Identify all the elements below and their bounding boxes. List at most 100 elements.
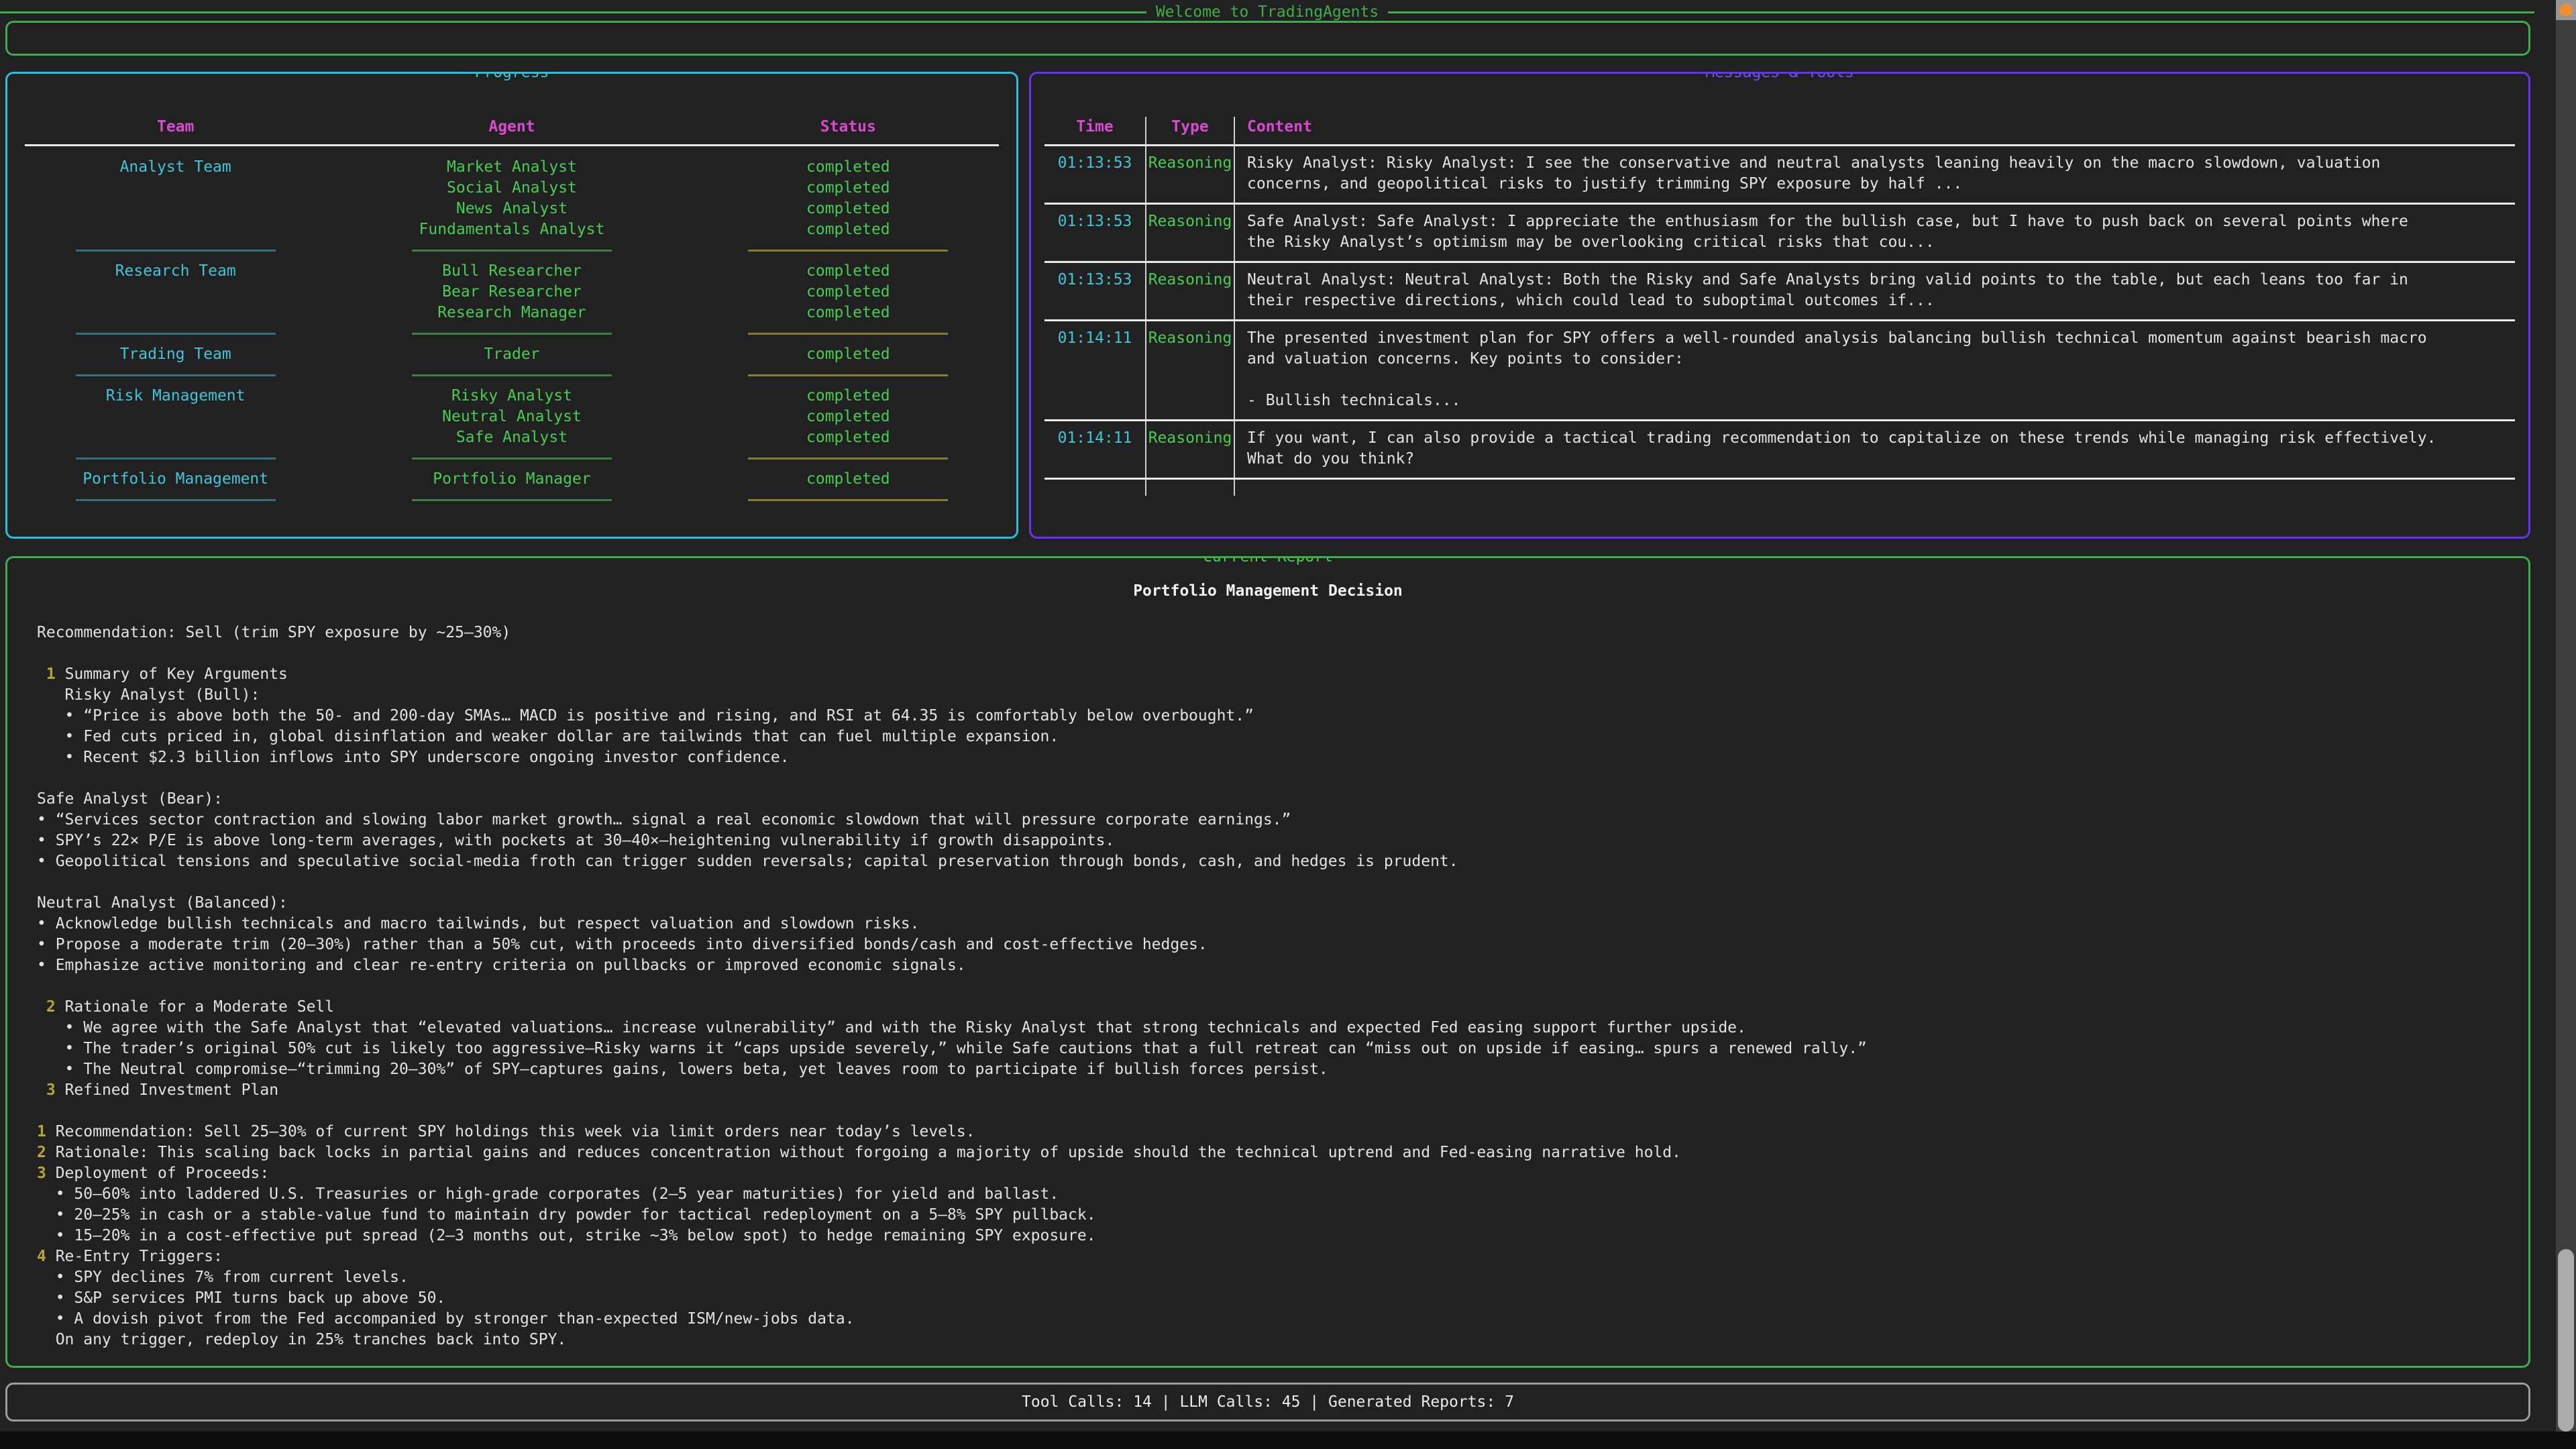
report-line: • We agree with the Safe Analyst that “e… bbox=[37, 1018, 2499, 1038]
report-line: • Fed cuts priced in, global disinflatio… bbox=[37, 727, 2499, 747]
report-panel-title: Current Report bbox=[1192, 556, 1344, 568]
progress-agent-name: Safe Analyst bbox=[343, 427, 680, 448]
progress-status-value: completed bbox=[680, 427, 1016, 448]
status-separator-line bbox=[748, 250, 948, 252]
rule-line-left bbox=[0, 11, 1146, 13]
report-line: • The trader’s original 50% cut is likel… bbox=[37, 1038, 2499, 1059]
message-content: Risky Analyst: Risky Analyst: I see the … bbox=[1234, 146, 2515, 203]
report-line: • SPY’s 22× P/E is above long-term avera… bbox=[37, 830, 2499, 851]
report-line: 1 Recommendation: Sell 25–30% of current… bbox=[37, 1122, 2499, 1142]
agent-separator-line bbox=[412, 250, 612, 252]
messages-panel: Messages & Tools Time Type Content 01:13… bbox=[1029, 72, 2530, 539]
progress-agent-cell: Bull ResearcherBear ResearcherResearch M… bbox=[343, 261, 680, 323]
progress-team-cell: Portfolio Management bbox=[7, 469, 343, 490]
messages-col-time: Time bbox=[1044, 117, 1145, 144]
report-line bbox=[37, 768, 2499, 789]
message-content: Neutral Analyst: Neutral Analyst: Both t… bbox=[1234, 263, 2515, 319]
progress-agent-cell: Market AnalystSocial AnalystNews Analyst… bbox=[343, 157, 680, 240]
report-line: On any trigger, redeploy in 25% tranches… bbox=[37, 1330, 2499, 1350]
report-line bbox=[37, 872, 2499, 893]
progress-group-row: Analyst TeamMarket AnalystSocial Analyst… bbox=[7, 157, 1016, 240]
message-type: Reasoning bbox=[1145, 205, 1234, 261]
progress-agent-name: Research Manager bbox=[343, 303, 680, 323]
progress-status-cell: completedcompletedcompleted bbox=[680, 261, 1016, 323]
progress-team-name: Analyst Team bbox=[7, 157, 343, 178]
progress-header: Team Agent Status bbox=[7, 117, 1016, 138]
message-type: Reasoning bbox=[1145, 321, 1234, 419]
progress-status-value: completed bbox=[680, 303, 1016, 323]
scrollbar[interactable] bbox=[2556, 0, 2576, 1432]
progress-agent-name: Bull Researcher bbox=[343, 261, 680, 282]
message-content: Safe Analyst: Safe Analyst: I appreciate… bbox=[1234, 205, 2515, 261]
report-body: Recommendation: Sell (trim SPY exposure … bbox=[37, 602, 2499, 1350]
progress-agent-name: Trader bbox=[343, 344, 680, 365]
progress-status-cell: completed bbox=[680, 469, 1016, 490]
messages-col-type: Type bbox=[1145, 117, 1234, 144]
message-content: The presented investment plan for SPY of… bbox=[1234, 321, 2515, 419]
progress-agent-name: Market Analyst bbox=[343, 157, 680, 178]
progress-team-name: Trading Team bbox=[7, 344, 343, 365]
messages-col-content: Content bbox=[1234, 117, 2515, 144]
progress-team-name: Risk Management bbox=[7, 386, 343, 407]
progress-panel: Progress Team Agent Status Analyst TeamM… bbox=[5, 72, 1018, 539]
report-line: • SPY declines 7% from current levels. bbox=[37, 1267, 2499, 1288]
report-line: • 15–20% in a cost-effective put spread … bbox=[37, 1226, 2499, 1246]
team-separator-line bbox=[76, 374, 276, 376]
messages-panel-title: Messages & Tools bbox=[1695, 72, 1865, 83]
report-line: Neutral Analyst (Balanced): bbox=[37, 893, 2499, 914]
progress-team-name: Research Team bbox=[7, 261, 343, 282]
report-list-number: 3 bbox=[37, 1165, 56, 1182]
report-line bbox=[37, 1101, 2499, 1122]
agent-separator-line bbox=[412, 374, 612, 376]
scrollbar-top-button[interactable] bbox=[2556, 0, 2576, 20]
report-line: • Recent $2.3 billion inflows into SPY u… bbox=[37, 747, 2499, 768]
progress-agent-name: Risky Analyst bbox=[343, 386, 680, 407]
report-line: 2 Rationale: This scaling back locks in … bbox=[37, 1142, 2499, 1163]
progress-col-status: Status bbox=[680, 117, 1016, 138]
messages-table-footer bbox=[1145, 480, 1234, 496]
progress-group-row: Research TeamBull ResearcherBear Researc… bbox=[7, 261, 1016, 323]
report-line: • 50–60% into laddered U.S. Treasuries o… bbox=[37, 1184, 2499, 1205]
status-separator-line bbox=[748, 458, 948, 460]
report-line: 3 Deployment of Proceeds: bbox=[37, 1163, 2499, 1184]
progress-agent-cell: Trader bbox=[343, 344, 680, 365]
welcome-rule: Welcome to TradingAgents bbox=[0, 3, 2534, 21]
scroll-indicator-icon bbox=[2559, 4, 2573, 16]
message-time: 01:13:53 bbox=[1044, 205, 1145, 261]
progress-agent-name: News Analyst bbox=[343, 199, 680, 219]
report-line bbox=[37, 976, 2499, 997]
report-line: • “Price is above both the 50- and 200-d… bbox=[37, 706, 2499, 727]
progress-status-value: completed bbox=[680, 344, 1016, 365]
progress-team-cell: Analyst Team bbox=[7, 157, 343, 240]
progress-col-team: Team bbox=[7, 117, 343, 138]
progress-status-value: completed bbox=[680, 407, 1016, 427]
progress-status-cell: completedcompletedcompleted bbox=[680, 386, 1016, 448]
report-line: • “Services sector contraction and slowi… bbox=[37, 810, 2499, 830]
scrollbar-thumb[interactable] bbox=[2558, 1249, 2574, 1432]
team-separator-line bbox=[76, 250, 276, 252]
agent-separator-line bbox=[412, 333, 612, 335]
team-separator-line bbox=[76, 499, 276, 501]
terminal-screen: Welcome to TradingAgents Progress Team A… bbox=[0, 0, 2576, 1449]
progress-table-body: Analyst TeamMarket AnalystSocial Analyst… bbox=[7, 157, 1016, 511]
progress-agent-name: Neutral Analyst bbox=[343, 407, 680, 427]
progress-status-value: completed bbox=[680, 199, 1016, 219]
progress-agent-name: Portfolio Manager bbox=[343, 469, 680, 490]
report-panel: Current Report Portfolio Management Deci… bbox=[5, 556, 2530, 1368]
progress-team-cell: Risk Management bbox=[7, 386, 343, 448]
progress-team-cell: Research Team bbox=[7, 261, 343, 323]
report-list-number: 4 bbox=[37, 1248, 56, 1265]
report-list-number: 1 bbox=[37, 1123, 56, 1140]
progress-group-separator bbox=[7, 240, 1016, 261]
progress-team-name: Portfolio Management bbox=[7, 469, 343, 490]
status-separator-line bbox=[748, 374, 948, 376]
report-line: 3 Refined Investment Plan bbox=[37, 1080, 2499, 1101]
progress-group-separator bbox=[7, 323, 1016, 344]
welcome-panel bbox=[5, 21, 2530, 56]
message-time: 01:13:53 bbox=[1044, 263, 1145, 319]
messages-table-footer bbox=[1234, 480, 2515, 496]
progress-group-row: Trading TeamTradercompleted bbox=[7, 344, 1016, 365]
progress-agent-cell: Portfolio Manager bbox=[343, 469, 680, 490]
progress-col-agent: Agent bbox=[343, 117, 680, 138]
progress-status-cell: completedcompletedcompletedcompleted bbox=[680, 157, 1016, 240]
